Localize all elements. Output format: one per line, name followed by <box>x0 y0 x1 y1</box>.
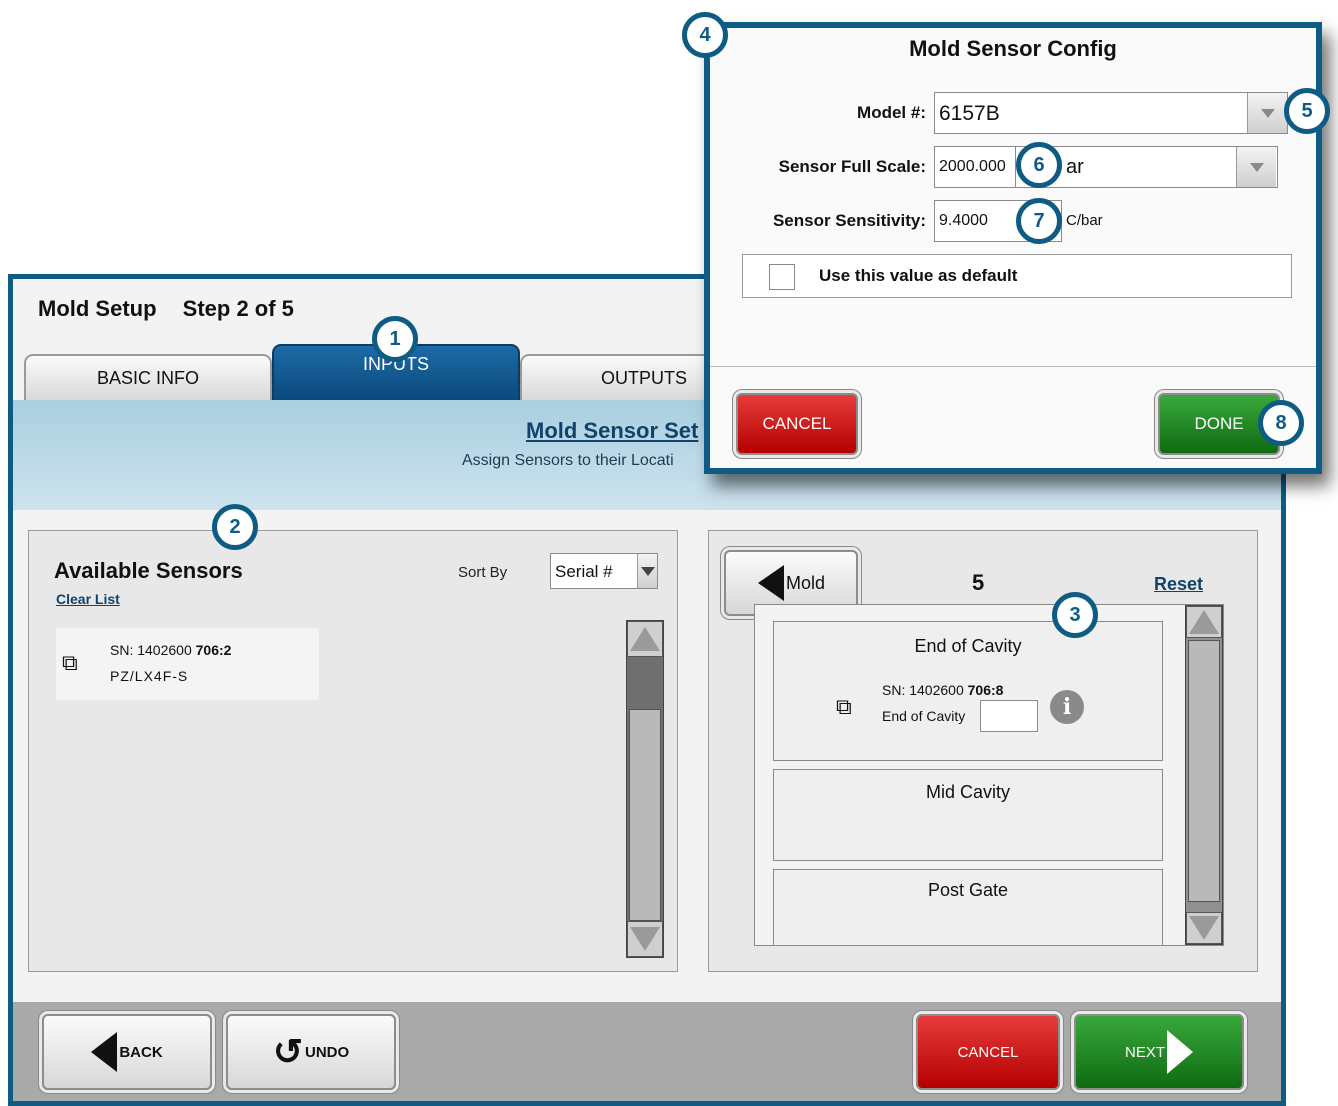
sensor-serial: SN: 1402600 706:2 <box>110 642 231 658</box>
full-scale-input[interactable]: 2000.000 <box>934 146 1016 188</box>
cavity-title: Mid Cavity <box>925 782 1010 802</box>
full-scale-value: 2000.000 <box>939 158 1006 175</box>
reset-link[interactable]: Reset <box>1154 574 1203 595</box>
full-scale-label: Sensor Full Scale: <box>778 157 926 176</box>
sensitivity-value: 9.4000 <box>939 212 988 229</box>
sensor-icon: ⧉ <box>836 694 852 719</box>
chevron-down-icon <box>640 566 655 576</box>
dialog-title: Mold Sensor Config <box>909 36 1117 61</box>
callout-1: 1 <box>372 316 418 362</box>
cavity-scrollbar[interactable] <box>1185 605 1223 945</box>
model-label: Model #: <box>857 103 926 122</box>
available-sensors-panel <box>28 530 678 972</box>
tab-outputs-label: OUTPUTS <box>600 368 687 388</box>
arrow-up-icon <box>1189 610 1219 634</box>
dialog-cancel-button[interactable]: CANCEL <box>736 393 858 455</box>
callout-3: 3 <box>1052 592 1098 638</box>
sort-by-dropdown-button[interactable] <box>637 554 657 588</box>
scroll-down-button[interactable] <box>627 921 663 957</box>
section-title[interactable]: Mold Sensor Set <box>526 418 698 444</box>
tab-basic-info[interactable]: BASIC INFO <box>24 354 272 400</box>
cavity-scroll-down-button[interactable] <box>1186 912 1222 944</box>
sensor-serial-channel: 706:2 <box>195 642 232 658</box>
sort-by-select[interactable]: Serial # <box>550 553 658 589</box>
mold-number: 5 <box>972 570 985 595</box>
default-checkbox-row[interactable]: Use this value as default <box>742 254 1292 298</box>
back-button[interactable]: BACK <box>42 1014 212 1090</box>
callout-6: 6 <box>1016 142 1062 188</box>
unit-dropdown-button[interactable] <box>1236 147 1276 187</box>
chevron-down-icon <box>1260 108 1275 118</box>
undo-icon: ↺ <box>272 1031 303 1072</box>
scroll-thumb[interactable] <box>629 709 661 921</box>
clear-list-link[interactable]: Clear List <box>56 591 120 607</box>
section-subtitle: Assign Sensors to their Locati <box>462 452 674 469</box>
assigned-sensor-serial: SN: 1402600 706:8 <box>882 682 1003 698</box>
available-sensors-scrollbar[interactable] <box>626 620 664 958</box>
arrow-down-icon <box>1189 916 1219 940</box>
model-select[interactable]: 6157B <box>934 92 1288 134</box>
arrow-down-icon <box>630 927 660 951</box>
cavity-title: Post Gate <box>927 880 1009 900</box>
cavity-post-gate[interactable]: Post Gate <box>773 869 1163 945</box>
sensitivity-label: Sensor Sensitivity: <box>772 211 926 230</box>
next-button-label: NEXT <box>1124 1043 1165 1061</box>
sort-by-value: Serial # <box>555 562 613 581</box>
back-button-label: BACK <box>119 1043 163 1061</box>
sort-by-label: Sort By <box>458 564 508 581</box>
full-scale-unit-value: ar <box>1066 156 1084 178</box>
mold-back-label: Mold <box>786 572 826 593</box>
assigned-sensor-serial-prefix: SN: 1402600 <box>882 682 968 698</box>
assigned-sensor-location: End of Cavity <box>882 708 966 724</box>
scroll-up-button[interactable] <box>627 621 663 657</box>
sensor-icon: ⧉ <box>62 650 78 675</box>
callout-4: 4 <box>682 12 728 58</box>
sensor-model: PZ/LX4F-S <box>110 668 189 684</box>
step-indicator: Step 2 of 5 <box>182 296 294 321</box>
assigned-sensor-value-field[interactable] <box>980 700 1038 732</box>
arrow-up-icon <box>630 627 660 651</box>
cancel-button-label: CANCEL <box>957 1043 1019 1061</box>
assigned-sensor-serial-channel: 706:8 <box>967 682 1004 698</box>
back-arrow-icon <box>91 1032 118 1072</box>
cavity-end-of-cavity[interactable]: End of Cavity ⧉ SN: 1402600 706:8 End of… <box>773 621 1163 761</box>
available-sensors-title: Available Sensors <box>54 558 243 583</box>
model-value: 6157B <box>939 102 1000 125</box>
undo-button-label: UNDO <box>305 1043 350 1061</box>
default-checkbox-label: Use this value as default <box>819 266 1018 285</box>
cavity-scroll-up-button[interactable] <box>1186 606 1222 638</box>
page-title-text: Mold Setup <box>38 296 157 321</box>
page-title: Mold Setup Step 2 of 5 <box>38 296 294 322</box>
dialog-cancel-label: CANCEL <box>762 414 832 433</box>
callout-7: 7 <box>1016 198 1062 244</box>
info-icon[interactable]: i <box>1050 690 1084 724</box>
callout-5: 5 <box>1284 88 1330 134</box>
back-arrow-icon <box>758 565 784 601</box>
sensor-card[interactable]: ⧉ SN: 1402600 706:2 PZ/LX4F-S <box>56 628 319 700</box>
tab-basic-info-label: BASIC INFO <box>96 368 199 388</box>
cavity-title: End of Cavity <box>914 636 1022 656</box>
sensitivity-unit: C/bar <box>1066 212 1103 229</box>
cavity-list: End of Cavity ⧉ SN: 1402600 706:8 End of… <box>754 604 1224 946</box>
callout-8: 8 <box>1258 400 1304 446</box>
sensor-serial-prefix: SN: 1402600 <box>110 642 196 658</box>
next-arrow-icon <box>1167 1030 1193 1074</box>
dialog-done-label: DONE <box>1194 414 1244 433</box>
chevron-down-icon <box>1249 162 1264 172</box>
cavity-mid-cavity[interactable]: Mid Cavity <box>773 769 1163 861</box>
cavity-scroll-thumb[interactable] <box>1188 640 1220 902</box>
cancel-button[interactable]: CANCEL <box>916 1014 1060 1090</box>
next-button[interactable]: NEXT <box>1074 1014 1244 1090</box>
undo-button[interactable]: ↺ UNDO <box>226 1014 396 1090</box>
callout-2: 2 <box>212 504 258 550</box>
default-checkbox[interactable] <box>769 264 795 290</box>
model-dropdown-button[interactable] <box>1247 93 1287 133</box>
dialog-footer-divider <box>710 366 1316 367</box>
